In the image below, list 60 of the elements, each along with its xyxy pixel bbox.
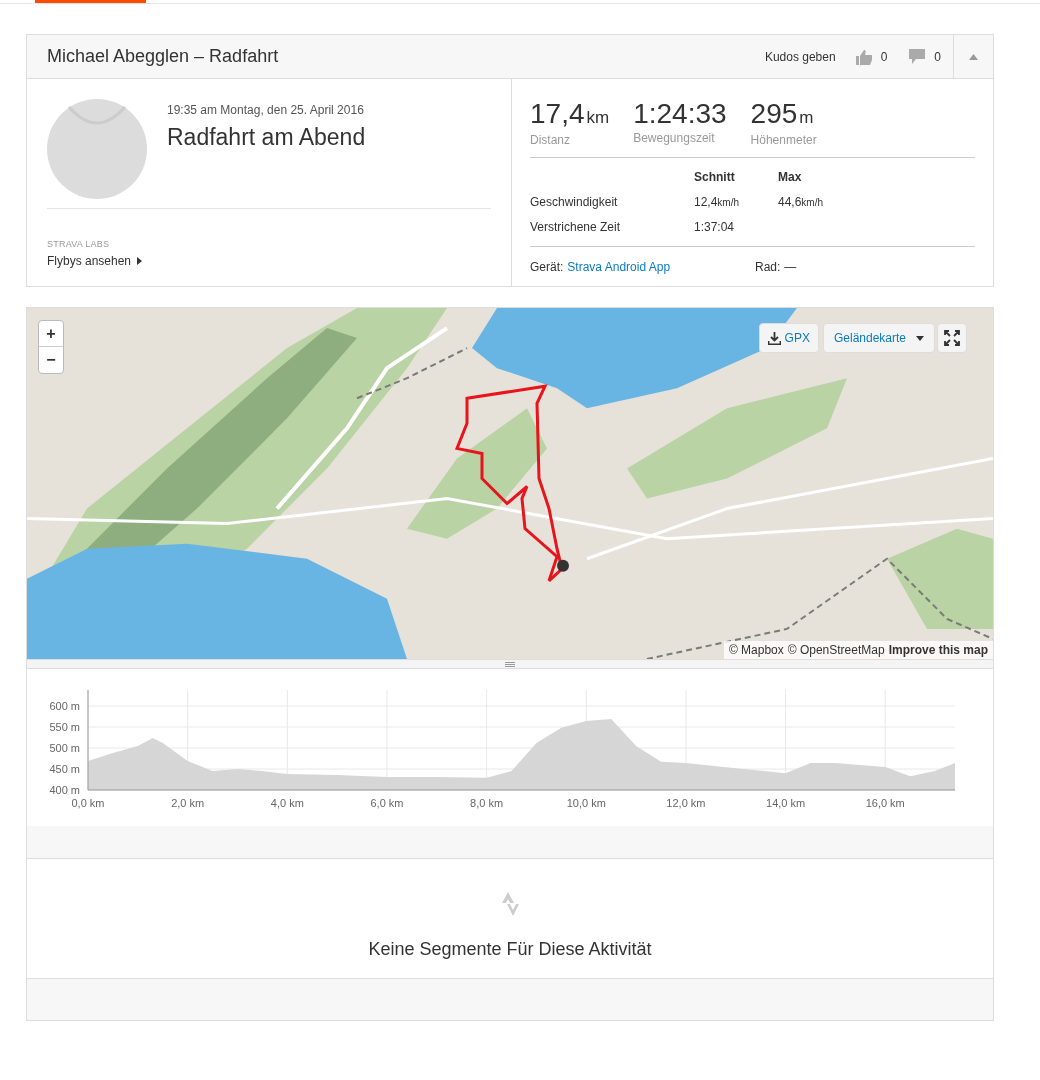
x-tick-label: 2,0 km [171, 797, 205, 809]
labs-label: STRAVA LABS [47, 238, 111, 251]
zoom-in-button[interactable]: + [39, 321, 63, 347]
page-title: Michael Abegglen – Radfahrt [46, 45, 280, 68]
y-tick-label: 550 m [49, 721, 80, 733]
caret-down-icon [916, 335, 924, 341]
comment-icon [909, 49, 926, 64]
stat-value: 295 [750, 99, 798, 129]
map-layer-select[interactable]: Geländekarte [822, 323, 935, 353]
x-tick-label: 16,0 km [865, 797, 905, 809]
fullscreen-icon [944, 330, 960, 346]
map-attribution: © Mapbox [728, 642, 784, 659]
comment-count: 0 [934, 48, 941, 66]
stat-unit: km [586, 107, 610, 129]
bike-label: Rad: [755, 258, 781, 276]
y-tick-label: 600 m [49, 700, 80, 712]
row-label: Verstrichene Zeit [530, 218, 622, 236]
stat-label: Bewegungszeit [633, 130, 716, 147]
empty-segments-message: Keine Segmente Für Diese Aktivität [368, 938, 652, 961]
gpx-button[interactable]: GPX [758, 323, 819, 353]
caret-up-icon [969, 53, 978, 60]
activity-datetime: 19:35 am Montag, den 25. April 2016 [167, 102, 365, 119]
chevron-right-icon [137, 256, 143, 265]
x-tick-label: 6,0 km [370, 797, 404, 809]
x-tick-label: 12,0 km [666, 797, 706, 809]
column-header: Max [778, 168, 803, 186]
strava-logo-icon [500, 892, 520, 916]
zoom-out-button[interactable]: − [39, 347, 63, 373]
kudos-button[interactable]: Kudos geben [764, 47, 836, 66]
device-label: Gerät: [530, 258, 564, 276]
stat-label: Distanz [530, 131, 571, 149]
x-tick-label: 8,0 km [470, 797, 504, 809]
stat-value: 17,4 [530, 99, 585, 129]
stat-unit: m [799, 107, 814, 129]
device-link[interactable]: Strava Android App [567, 257, 671, 276]
flybys-link[interactable]: Flybys ansehen [47, 251, 143, 270]
stat-value: 1:24:33 [633, 99, 727, 129]
x-tick-label: 10,0 km [566, 797, 606, 809]
row-label: Geschwindigkeit [530, 193, 619, 211]
map-attribution: © OpenStreetMap [787, 642, 885, 659]
bike-value: — [784, 258, 797, 276]
x-tick-label: 0,0 km [71, 797, 105, 809]
table-cell-text: 44,6km/h [778, 193, 825, 211]
improve-map-link[interactable]: Improve this map [888, 641, 988, 659]
y-tick-label: 400 m [49, 784, 80, 796]
download-icon [767, 331, 781, 345]
x-tick-label: 4,0 km [270, 797, 304, 809]
fullscreen-button[interactable] [937, 323, 967, 353]
table-cell-text: 1:37:04 [694, 218, 736, 236]
x-tick-label: 14,0 km [766, 797, 806, 809]
thumbs-up-icon [855, 48, 873, 65]
kudos-count: 0 [880, 48, 888, 66]
y-tick-label: 450 m [49, 763, 80, 775]
stat-label: Höhenmeter [750, 131, 817, 149]
y-tick-label: 500 m [49, 742, 80, 754]
avatar-icon [47, 99, 147, 199]
column-header: Schnitt [694, 168, 736, 186]
activity-name: Radfahrt am Abend [167, 123, 366, 152]
table-cell-text: 12,4km/h [694, 193, 741, 211]
drag-handle-icon[interactable] [505, 661, 515, 667]
